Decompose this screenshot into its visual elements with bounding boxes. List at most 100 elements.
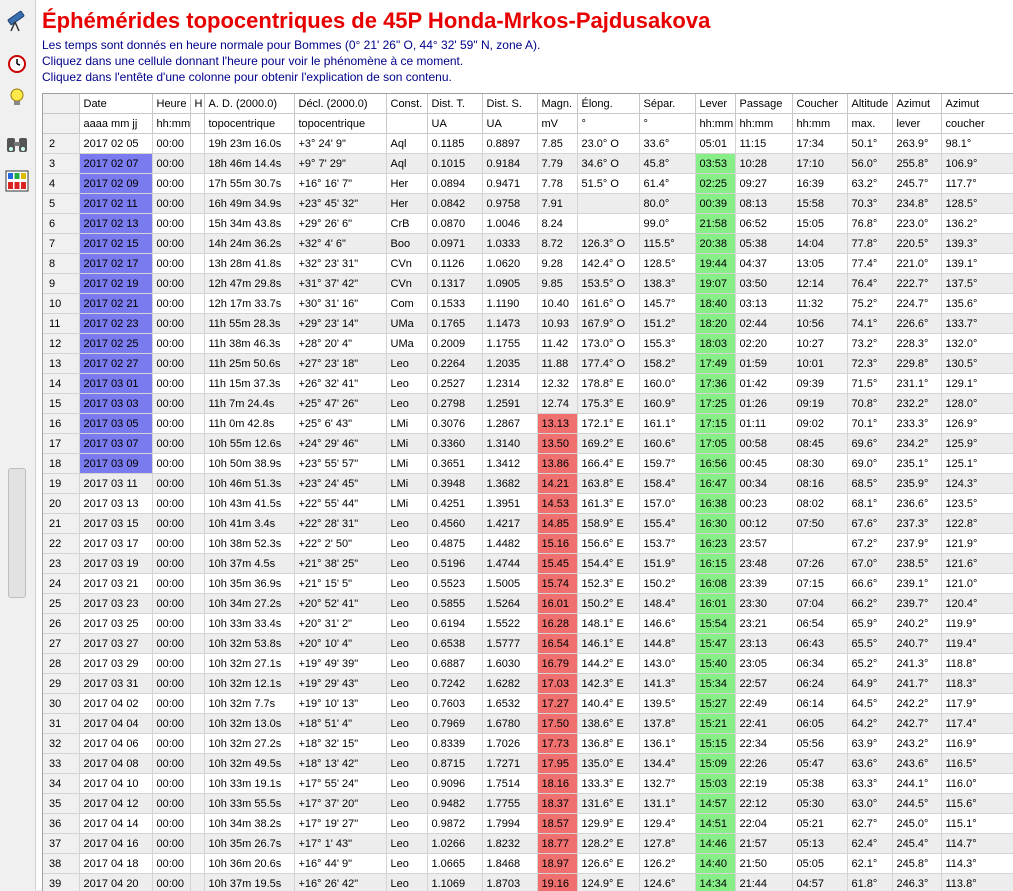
cell-passage[interactable]: 10:28 [735, 154, 792, 174]
cell-coucher[interactable]: 07:04 [792, 594, 847, 614]
cell-hour[interactable]: 00:00 [152, 734, 190, 754]
lightbulb-icon[interactable] [4, 84, 30, 110]
table-row[interactable]: 212017 03 1500:0010h 41m 3.4s+22° 28' 31… [43, 514, 1013, 534]
cell-lever[interactable]: 15:21 [695, 714, 735, 734]
cell-lever[interactable]: 14:57 [695, 794, 735, 814]
table-row[interactable]: 32017 02 0700:0018h 46m 14.4s+9° 7' 29"A… [43, 154, 1013, 174]
cell-hour[interactable]: 00:00 [152, 614, 190, 634]
cell-coucher[interactable]: 06:34 [792, 654, 847, 674]
cell-hour[interactable]: 00:00 [152, 414, 190, 434]
cell-hour[interactable]: 00:00 [152, 854, 190, 874]
cell-passage[interactable]: 05:38 [735, 234, 792, 254]
cell-passage[interactable]: 00:23 [735, 494, 792, 514]
header-cell-elong[interactable]: Élong. [577, 94, 639, 114]
table-row[interactable]: 22017 02 0500:0019h 23m 16.0s+3° 24' 9"A… [43, 134, 1013, 154]
cell-passage[interactable]: 22:26 [735, 754, 792, 774]
header-cell-dist-t[interactable]: Dist. T. [427, 94, 482, 114]
table-row[interactable]: 232017 03 1900:0010h 37m 4.5s+21° 38' 25… [43, 554, 1013, 574]
cell-hour[interactable]: 00:00 [152, 134, 190, 154]
cell-coucher[interactable]: 10:27 [792, 334, 847, 354]
cell-lever[interactable]: 14:51 [695, 814, 735, 834]
cell-coucher[interactable]: 14:04 [792, 234, 847, 254]
cell-lever[interactable]: 16:15 [695, 554, 735, 574]
table-row[interactable]: 132017 02 2700:0011h 25m 50.6s+27° 23' 1… [43, 354, 1013, 374]
header-cell-elong[interactable]: ° [577, 114, 639, 134]
cell-lever[interactable]: 15:03 [695, 774, 735, 794]
cell-coucher[interactable]: 07:50 [792, 514, 847, 534]
cell-passage[interactable]: 11:15 [735, 134, 792, 154]
cell-hour[interactable]: 00:00 [152, 354, 190, 374]
cell-passage[interactable]: 22:04 [735, 814, 792, 834]
cell-passage[interactable]: 23:39 [735, 574, 792, 594]
cell-coucher[interactable]: 17:34 [792, 134, 847, 154]
cell-lever[interactable]: 17:49 [695, 354, 735, 374]
table-row[interactable]: 262017 03 2500:0010h 33m 33.4s+20° 31' 2… [43, 614, 1013, 634]
header-cell-lever[interactable]: Lever [695, 94, 735, 114]
header-cell-passage[interactable]: Passage [735, 94, 792, 114]
header-cell-separ[interactable]: ° [639, 114, 695, 134]
cell-coucher[interactable]: 10:01 [792, 354, 847, 374]
header-cell-hour[interactable]: hh:mm [152, 114, 190, 134]
cell-passage[interactable]: 01:26 [735, 394, 792, 414]
cell-hour[interactable]: 00:00 [152, 594, 190, 614]
table-row[interactable]: 112017 02 2300:0011h 55m 28.3s+29° 23' 1… [43, 314, 1013, 334]
cell-passage[interactable]: 22:41 [735, 714, 792, 734]
table-header[interactable]: DateHeureHA. D. (2000.0)Décl. (2000.0)Co… [43, 94, 1013, 134]
cell-lever[interactable]: 16:30 [695, 514, 735, 534]
table-body[interactable]: 22017 02 0500:0019h 23m 16.0s+3° 24' 9"A… [43, 134, 1013, 891]
cell-coucher[interactable]: 12:14 [792, 274, 847, 294]
cell-hour[interactable]: 00:00 [152, 334, 190, 354]
cell-passage[interactable]: 22:49 [735, 694, 792, 714]
cell-coucher[interactable] [792, 534, 847, 554]
header-cell-date[interactable]: Date [79, 94, 152, 114]
cell-hour[interactable]: 00:00 [152, 314, 190, 334]
cell-lever[interactable]: 21:58 [695, 214, 735, 234]
cell-passage[interactable]: 21:57 [735, 834, 792, 854]
cell-hour[interactable]: 00:00 [152, 174, 190, 194]
cell-hour[interactable]: 00:00 [152, 474, 190, 494]
cell-passage[interactable]: 22:12 [735, 794, 792, 814]
cell-coucher[interactable]: 08:30 [792, 454, 847, 474]
table-row[interactable]: 42017 02 0900:0017h 55m 30.7s+16° 16' 7"… [43, 174, 1013, 194]
cell-coucher[interactable]: 05:47 [792, 754, 847, 774]
cell-coucher[interactable]: 05:38 [792, 774, 847, 794]
cell-hour[interactable]: 00:00 [152, 814, 190, 834]
header-cell-separ[interactable]: Sépar. [639, 94, 695, 114]
header-cell-row-index[interactable] [43, 94, 79, 114]
header-cell-altitude[interactable]: Altitude [847, 94, 892, 114]
cell-lever[interactable]: 14:34 [695, 874, 735, 891]
header-cell-hour[interactable]: Heure [152, 94, 190, 114]
table-row[interactable]: 302017 04 0200:0010h 32m 7.7s+19° 10' 13… [43, 694, 1013, 714]
cell-lever[interactable]: 17:15 [695, 414, 735, 434]
table-row[interactable]: 342017 04 1000:0010h 33m 19.1s+17° 55' 2… [43, 774, 1013, 794]
table-row[interactable]: 62017 02 1300:0015h 34m 43.8s+29° 26' 6"… [43, 214, 1013, 234]
cell-lever[interactable]: 15:54 [695, 614, 735, 634]
table-row[interactable]: 372017 04 1600:0010h 35m 26.7s+17° 1' 43… [43, 834, 1013, 854]
table-row[interactable]: 242017 03 2100:0010h 35m 36.9s+21° 15' 5… [43, 574, 1013, 594]
table-row[interactable]: 182017 03 0900:0010h 50m 38.9s+23° 55' 5… [43, 454, 1013, 474]
cell-passage[interactable]: 23:13 [735, 634, 792, 654]
cell-lever[interactable]: 16:08 [695, 574, 735, 594]
cell-lever[interactable]: 16:47 [695, 474, 735, 494]
header-cell-passage[interactable]: hh:mm [735, 114, 792, 134]
header-cell-h[interactable]: H [190, 94, 204, 114]
cell-hour[interactable]: 00:00 [152, 534, 190, 554]
cell-coucher[interactable]: 06:54 [792, 614, 847, 634]
chart-grid-icon[interactable] [4, 168, 30, 194]
cell-coucher[interactable]: 15:05 [792, 214, 847, 234]
cell-coucher[interactable]: 09:02 [792, 414, 847, 434]
cell-passage[interactable]: 22:34 [735, 734, 792, 754]
header-cell-dec[interactable]: Décl. (2000.0) [294, 94, 386, 114]
cell-passage[interactable]: 21:50 [735, 854, 792, 874]
table-row[interactable]: 332017 04 0800:0010h 32m 49.5s+18° 13' 4… [43, 754, 1013, 774]
cell-lever[interactable]: 19:44 [695, 254, 735, 274]
header-cell-dist-t[interactable]: UA [427, 114, 482, 134]
cell-coucher[interactable]: 05:05 [792, 854, 847, 874]
cell-hour[interactable]: 00:00 [152, 374, 190, 394]
cell-passage[interactable]: 21:44 [735, 874, 792, 891]
cell-coucher[interactable]: 05:56 [792, 734, 847, 754]
header-cell-azimut-coucher[interactable]: Azimut [941, 94, 1013, 114]
header-cell-azimut-coucher[interactable]: coucher [941, 114, 1013, 134]
table-row[interactable]: 152017 03 0300:0011h 7m 24.4s+25° 47' 26… [43, 394, 1013, 414]
cell-coucher[interactable]: 06:14 [792, 694, 847, 714]
